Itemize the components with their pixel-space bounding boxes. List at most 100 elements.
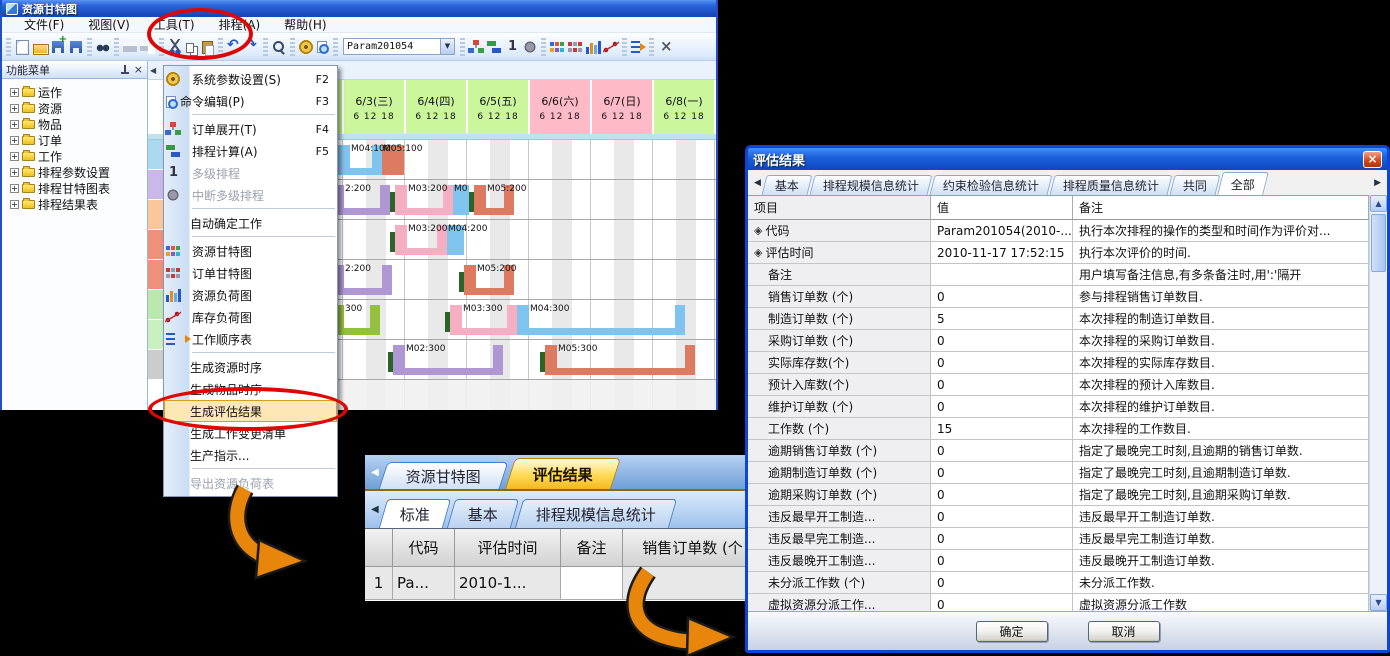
schedule-calc-icon[interactable] [486, 39, 502, 55]
category-tab[interactable]: 排程规模信息统计 [515, 499, 677, 528]
table-row[interactable]: ◈代码Param201054(2010-...执行本次排程的操作的类型和时间作为… [748, 220, 1369, 242]
resource-gantt-icon[interactable] [549, 39, 565, 55]
resource-load-icon[interactable] [585, 39, 601, 55]
category-tab[interactable]: 标准 [379, 499, 451, 528]
sidebar-item[interactable]: 排程结果表 [4, 196, 145, 212]
menu-item[interactable]: 资源负荷图 [164, 284, 337, 306]
gantt-bar[interactable]: M05:200 [474, 185, 514, 215]
document-tab[interactable]: 评估结果 [505, 458, 621, 489]
sidebar-item[interactable]: 订单 [4, 132, 145, 148]
expand-icon[interactable] [10, 120, 19, 129]
expand-icon[interactable] [10, 104, 19, 113]
table-row[interactable]: 工作数 (个)15本次排程的工作数目. [748, 418, 1369, 440]
dialog-tab[interactable]: 全部 [1217, 172, 1269, 195]
print-icon[interactable] [122, 39, 138, 55]
inventory-load-icon[interactable] [603, 39, 619, 55]
table-row[interactable]: 逾期销售订单数 (个)0指定了最晚完工时刻,且逾期的销售订单数. [748, 440, 1369, 462]
sidebar-item[interactable]: 工作 [4, 148, 145, 164]
table-row[interactable]: 备注用户填写备注信息,有多条备注时,用':'隔开 [748, 264, 1369, 286]
menu-item[interactable]: 生产指示... [164, 444, 337, 466]
sidebar-item[interactable]: 物品 [4, 116, 145, 132]
table-row[interactable]: 预计入库数(个)0本次排程的预计入库数目. [748, 374, 1369, 396]
gantt-bar[interactable]: M03:300 [450, 305, 517, 335]
order-gantt-icon[interactable] [567, 39, 583, 55]
pin-icon[interactable] [120, 65, 130, 75]
gantt-bar[interactable]: 2:200 [332, 265, 392, 295]
ok-button[interactable]: 确定 [976, 621, 1048, 642]
dialog-tab[interactable]: 基本 [761, 175, 812, 195]
table-cell[interactable]: Pa... [393, 567, 455, 600]
gantt-bar[interactable]: M03:200 [395, 185, 453, 215]
dialog-title-bar[interactable]: 评估结果 [748, 148, 1387, 170]
table-row[interactable]: 违反最晚开工制造...0违反最晚开工制造订单数. [748, 550, 1369, 572]
scroll-down-icon[interactable]: ▼ [1370, 594, 1387, 611]
menu-item[interactable]: 订单展开(T)F4 [164, 118, 337, 140]
table-row[interactable]: 逾期制造订单数 (个)0指定了最晚完工时刻,且逾期制造订单数. [748, 462, 1369, 484]
zoom-icon[interactable] [271, 39, 287, 55]
menubar-item[interactable]: 文件(F) [12, 16, 76, 33]
close-button[interactable] [1363, 151, 1382, 168]
dialog-tab[interactable]: 约束检验信息统计 [929, 175, 1052, 195]
table-cell[interactable]: 1 [365, 567, 393, 600]
gantt-bar[interactable]: 300 [332, 305, 380, 335]
chevron-down-icon[interactable] [440, 39, 454, 54]
menubar-item[interactable]: 帮助(H) [272, 16, 338, 33]
expand-icon[interactable] [10, 184, 19, 193]
new-icon[interactable] [14, 39, 30, 55]
expand-icon[interactable] [10, 152, 19, 161]
param-combo[interactable]: Param201054 [343, 38, 455, 55]
gantt-bar[interactable]: M04:100 [338, 145, 382, 175]
gantt-bar[interactable]: M03:200 [395, 225, 447, 255]
tab-scroll-left-icon[interactable]: ◀ [150, 66, 156, 75]
scroll-up-icon[interactable]: ▲ [1370, 195, 1387, 212]
menubar-item[interactable]: 视图(V) [76, 16, 142, 33]
table-row[interactable]: 采购订单数 (个)0本次排程的采购订单数目. [748, 330, 1369, 352]
open-icon[interactable] [32, 39, 48, 55]
sidebar-item[interactable]: 资源 [4, 100, 145, 116]
table-row[interactable]: 1Pa...2010-1... [365, 567, 763, 600]
table-row[interactable]: ◈评估时间2010-11-17 17:52:15执行本次评价的时间. [748, 242, 1369, 264]
sidebar-item[interactable]: 排程参数设置 [4, 164, 145, 180]
menu-item[interactable]: 生成资源时序 [164, 356, 337, 378]
title-bar[interactable]: 资源甘特图 [2, 0, 716, 17]
work-sequence-icon[interactable] [630, 39, 646, 55]
table-cell[interactable] [561, 567, 623, 600]
scrollbar[interactable]: ▲ ▼ [1369, 195, 1387, 611]
dialog-tab[interactable]: 共同 [1169, 175, 1220, 195]
tab-scroll-right-icon[interactable]: ▶ [1371, 178, 1384, 188]
gantt-bar[interactable]: M05:100 [382, 145, 404, 175]
menu-item[interactable]: 库存负荷图 [164, 306, 337, 328]
tab-scroll-left-icon[interactable]: ◀ [367, 504, 383, 515]
expand-icon[interactable] [10, 136, 19, 145]
interrupt-icon[interactable] [522, 39, 538, 55]
table-row[interactable]: 制造订单数 (个)5本次排程的制造订单数目. [748, 308, 1369, 330]
dialog-tab[interactable]: 排程质量信息统计 [1049, 175, 1172, 195]
close-icon[interactable]: × [134, 65, 143, 75]
category-tab[interactable]: 基本 [447, 499, 519, 528]
tab-scroll-left-icon[interactable]: ◀ [367, 467, 383, 478]
menu-item[interactable]: 订单甘特图 [164, 262, 337, 284]
save-icon[interactable] [68, 39, 84, 55]
table-row[interactable]: 维护订单数 (个)0本次排程的维护订单数目. [748, 396, 1369, 418]
order-expand-icon[interactable] [468, 39, 484, 55]
cancel-button[interactable]: 取消 [1088, 621, 1160, 642]
table-row[interactable]: 未分派工作数 (个)0未分派工作数. [748, 572, 1369, 594]
table-row[interactable]: 虚拟资源分派工作...0虚拟资源分派工作数 [748, 594, 1369, 611]
scrollbar-thumb[interactable] [1371, 214, 1386, 272]
table-row[interactable]: 销售订单数 (个)0参与排程销售订单数目. [748, 286, 1369, 308]
expand-icon[interactable] [10, 88, 19, 97]
gantt-bar[interactable]: M02:300 [393, 345, 503, 375]
save-all-icon[interactable] [50, 39, 66, 55]
table-cell[interactable] [623, 567, 763, 600]
sidebar-item[interactable]: 运作 [4, 84, 145, 100]
gantt-bar[interactable]: M0 [453, 185, 469, 215]
menu-item[interactable]: 命令编辑(P)F3 [164, 90, 337, 112]
gantt-bar[interactable]: M04:300 [517, 305, 685, 335]
close-icon[interactable] [657, 39, 673, 55]
table-row[interactable]: 违反最早完工制造...0违反最早完工制造订单数. [748, 528, 1369, 550]
gantt-bar[interactable]: M04:200 [447, 225, 464, 255]
command-edit-icon[interactable] [317, 41, 327, 53]
document-tab[interactable]: 资源甘特图 [378, 462, 508, 489]
multilevel-icon[interactable] [504, 39, 520, 55]
menu-item[interactable]: 排程计算(A)F5 [164, 140, 337, 162]
